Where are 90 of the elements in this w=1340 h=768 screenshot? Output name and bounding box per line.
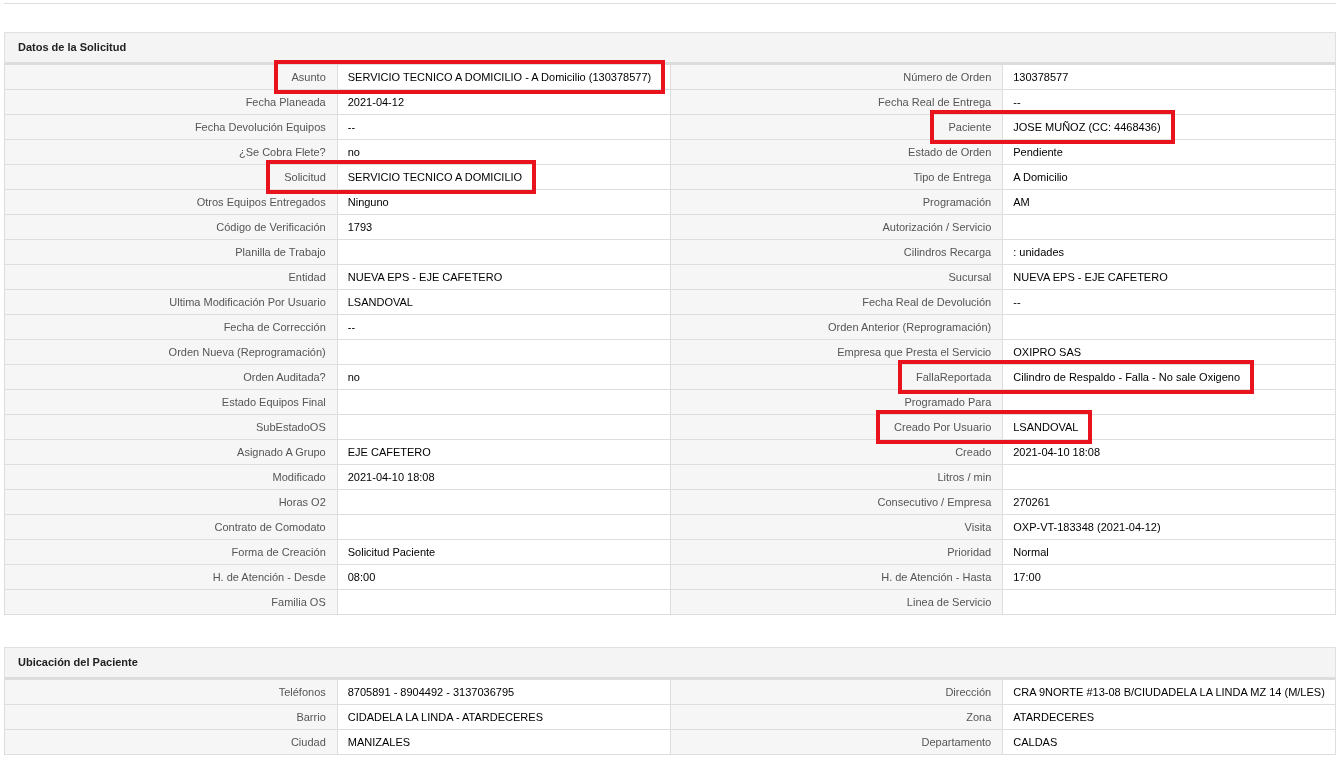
field-label: Departamento	[921, 734, 992, 750]
field-label: Fecha de Corrección	[223, 319, 326, 335]
field-label: Tipo de Entrega	[913, 169, 992, 185]
field-label: Número de Orden	[903, 69, 992, 85]
field-value: JOSE MUÑOZ (CC: 4468436)	[1013, 119, 1161, 135]
field-value: : unidades	[1013, 244, 1064, 260]
field-label: Dirección	[945, 684, 992, 700]
field-label: SubEstadoOS	[256, 419, 326, 435]
field-value: OXIPRO SAS	[1013, 344, 1082, 360]
field-value: CRA 9NORTE #13-08 B/CIUDADELA LA LINDA MZ 14 (M/LES)	[1013, 684, 1325, 700]
field-label: Asignado A Grupo	[237, 444, 326, 460]
field-label: Cilindros Recarga	[903, 244, 992, 260]
field-value: Solicitud Paciente	[347, 544, 436, 560]
field-value: LSANDOVAL	[347, 294, 413, 310]
field-value: LSANDOVAL	[1013, 419, 1079, 435]
field-label: Litros / min	[937, 469, 992, 485]
field-label: Solicitud	[284, 169, 326, 185]
field-label: Fecha Planeada	[245, 94, 326, 110]
field-value: NUEVA EPS - EJE CAFETERO	[1013, 269, 1168, 285]
field-label: Planilla de Trabajo	[235, 244, 326, 260]
field-label: Horas O2	[278, 494, 326, 510]
field-label: Autorización / Servicio	[882, 219, 992, 235]
field-value: MANIZALES	[347, 734, 411, 750]
field-value: Ninguno	[347, 194, 389, 210]
field-label: Asunto	[291, 69, 326, 85]
field-label: Modificado	[272, 469, 326, 485]
field-label: Creado Por Usuario	[894, 419, 992, 435]
field-value: Pendiente	[1013, 144, 1063, 160]
field-value: 08:00	[347, 569, 376, 585]
field-value: EJE CAFETERO	[347, 444, 431, 460]
field-value: 2021-04-10 18:08	[347, 469, 435, 485]
field-label: Programación	[922, 194, 992, 210]
field-label: Otros Equipos Entregados	[196, 194, 326, 210]
field-label: Creado	[955, 444, 992, 460]
field-value: --	[1013, 94, 1021, 110]
field-label: Empresa que Presta el Servicio	[837, 344, 992, 360]
field-value: CIDADELA LA LINDA - ATARDECERES	[347, 709, 543, 725]
field-label: Código de Verificación	[216, 219, 326, 235]
field-label: Zona	[966, 709, 992, 725]
field-label: Sucursal	[948, 269, 992, 285]
field-label: Orden Anterior (Reprogramación)	[828, 319, 992, 335]
field-label: Contrato de Comodato	[214, 519, 326, 535]
field-value: CALDAS	[1013, 734, 1058, 750]
field-value: 8705891 - 8904492 - 3137036795	[347, 684, 515, 700]
field-value: SERVICIO TECNICO A DOMICILIO	[347, 169, 523, 185]
field-value: 2021-04-12	[347, 94, 405, 110]
field-value: 1793	[347, 219, 373, 235]
field-label: Barrio	[296, 709, 326, 725]
field-label: Estado Equipos Final	[221, 394, 326, 410]
field-value: ATARDECERES	[1013, 709, 1095, 725]
field-value: AM	[1013, 194, 1030, 210]
field-label: Linea de Servicio	[906, 594, 992, 610]
section-title: Ubicación del Paciente	[18, 655, 138, 671]
field-value: 130378577	[1013, 69, 1069, 85]
field-label: Forma de Creación	[231, 544, 326, 560]
field-value: 17:00	[1013, 569, 1041, 585]
field-value: 2021-04-10 18:08	[1013, 444, 1101, 460]
field-label: Consecutivo / Empresa	[877, 494, 992, 510]
field-label: Fecha Real de Devolución	[862, 294, 992, 310]
field-value: no	[347, 144, 360, 160]
field-value: A Domicilio	[1013, 169, 1068, 185]
field-label: H. de Atención - Desde	[212, 569, 326, 585]
field-label: Fecha Real de Entrega	[878, 94, 992, 110]
field-label: Estado de Orden	[908, 144, 992, 160]
field-label: FallaReportada	[916, 369, 992, 385]
field-label: Entidad	[288, 269, 326, 285]
field-value: --	[347, 119, 356, 135]
field-value: Cilindro de Respaldo - Falla - No sale Oxigeno	[1013, 369, 1241, 385]
field-value: SERVICIO TECNICO A DOMICILIO - A Domicilio (130378577)	[347, 69, 652, 85]
field-value: NUEVA EPS - EJE CAFETERO	[347, 269, 503, 285]
field-label: Ciudad	[290, 734, 326, 750]
field-label: Orden Nueva (Reprogramación)	[168, 344, 326, 360]
field-label: H. de Atención - Hasta	[881, 569, 992, 585]
field-value: --	[347, 319, 356, 335]
field-value: OXP-VT-183348 (2021-04-12)	[1013, 519, 1161, 535]
section-title: Datos de la Solicitud	[18, 40, 127, 56]
field-label: Teléfonos	[278, 684, 326, 700]
field-label: Prioridad	[947, 544, 992, 560]
field-label: Fecha Devolución Equipos	[194, 119, 326, 135]
field-label: ¿Se Cobra Flete?	[238, 144, 326, 160]
field-label: Visita	[964, 519, 992, 535]
field-label: Orden Auditada?	[243, 369, 326, 385]
field-label: Paciente	[948, 119, 992, 135]
field-value: 270261	[1013, 494, 1050, 510]
field-label: Ultima Modificación Por Usuario	[169, 294, 326, 310]
field-label: Programado Para	[904, 394, 992, 410]
field-label: Familia OS	[271, 594, 326, 610]
field-value: --	[1013, 294, 1021, 310]
field-value: no	[347, 369, 360, 385]
field-value: Normal	[1013, 544, 1049, 560]
